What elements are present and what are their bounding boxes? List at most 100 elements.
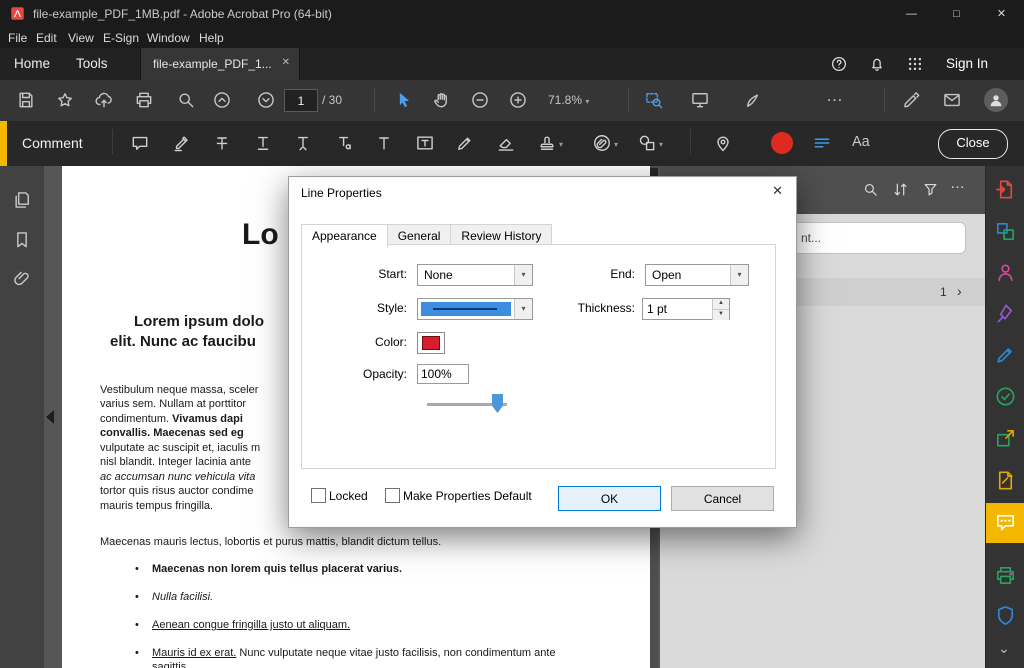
- menu-view[interactable]: View: [68, 31, 94, 45]
- insert-text-icon[interactable]: [293, 133, 313, 153]
- page-thumbnails-icon[interactable]: [12, 190, 32, 210]
- star-icon[interactable]: [55, 90, 75, 110]
- notifications-bell-icon[interactable]: [868, 55, 886, 73]
- replace-text-icon[interactable]: [334, 133, 354, 153]
- underline-text-icon[interactable]: [253, 133, 273, 153]
- thickness-input[interactable]: [643, 299, 713, 319]
- zoom-out-icon[interactable]: [470, 90, 490, 110]
- stamp-icon[interactable]: [537, 133, 557, 153]
- chevron-right-icon[interactable]: ›: [957, 283, 962, 299]
- tab-close-icon[interactable]: ✕: [282, 57, 290, 68]
- tab-home[interactable]: Home: [14, 56, 50, 71]
- user-avatar[interactable]: [984, 88, 1008, 112]
- tool-organize-pages-icon[interactable]: [994, 220, 1017, 243]
- thickness-spinner[interactable]: ▲ ▼: [642, 298, 730, 320]
- opacity-slider-thumb[interactable]: [492, 394, 503, 413]
- opacity-input[interactable]: [417, 364, 469, 384]
- pin-icon[interactable]: [713, 133, 733, 153]
- spin-up-icon[interactable]: ▲: [712, 299, 729, 309]
- pane-more-options[interactable]: …: [950, 175, 966, 192]
- collapse-panel-arrow-icon[interactable]: [46, 410, 54, 424]
- strikethrough-text-icon[interactable]: [212, 133, 232, 153]
- start-dropdown[interactable]: None ▾: [417, 264, 533, 286]
- menu-help[interactable]: Help: [199, 31, 224, 45]
- toolbar-divider: [628, 88, 629, 113]
- locked-checkbox[interactable]: [311, 488, 326, 503]
- chevron-down-icon[interactable]: ▾: [659, 140, 663, 149]
- tool-protect-icon[interactable]: [994, 604, 1017, 627]
- eraser-icon[interactable]: [496, 133, 516, 153]
- chevron-down-icon[interactable]: ▾: [514, 265, 532, 285]
- more-tools-chevron-icon[interactable]: ⌄: [998, 640, 1010, 657]
- zoom-level-dropdown[interactable]: 71.8% ▾: [548, 93, 589, 107]
- chevron-down-icon[interactable]: ▾: [614, 140, 618, 149]
- text-box-icon[interactable]: [415, 133, 435, 153]
- print-icon[interactable]: [134, 90, 154, 110]
- color-picker-button[interactable]: [417, 332, 445, 354]
- tab-document[interactable]: file-example_PDF_1... ✕: [140, 48, 300, 80]
- shapes-icon[interactable]: [637, 133, 657, 153]
- tool-create-pdf-icon[interactable]: [994, 427, 1017, 450]
- tool-certificates-icon[interactable]: [994, 385, 1017, 408]
- highlighter-icon[interactable]: [172, 133, 192, 153]
- line-style-icon[interactable]: [812, 133, 832, 153]
- add-text-icon[interactable]: [374, 133, 394, 153]
- tool-esign-icon[interactable]: [994, 302, 1017, 325]
- ok-button[interactable]: OK: [558, 486, 661, 511]
- sticky-note-icon[interactable]: [130, 133, 150, 153]
- close-window-button[interactable]: ✕: [979, 0, 1024, 28]
- tool-edit-pdf-icon[interactable]: [994, 469, 1017, 492]
- bookmarks-icon[interactable]: [12, 230, 32, 250]
- email-envelope-icon[interactable]: [942, 90, 962, 110]
- presentation-screen-icon[interactable]: [690, 90, 710, 110]
- tool-request-signatures-icon[interactable]: [994, 261, 1017, 284]
- attachments-icon[interactable]: [12, 269, 32, 289]
- search-comments-icon[interactable]: [862, 181, 879, 198]
- select-tool-icon[interactable]: [394, 90, 414, 110]
- help-icon[interactable]: [830, 55, 848, 73]
- search-icon[interactable]: [176, 90, 196, 110]
- pencil-draw-icon[interactable]: [455, 133, 475, 153]
- menu-file[interactable]: File: [8, 31, 27, 45]
- cancel-button[interactable]: Cancel: [671, 486, 774, 511]
- filter-funnel-icon[interactable]: [922, 181, 939, 198]
- close-comment-button[interactable]: Close: [938, 129, 1008, 159]
- chevron-down-icon[interactable]: ▾: [730, 265, 748, 285]
- make-default-checkbox[interactable]: [385, 488, 400, 503]
- dialog-close-icon[interactable]: ✕: [772, 183, 783, 199]
- chevron-down-icon[interactable]: ▾: [559, 140, 563, 149]
- tool-comment-selected[interactable]: [986, 503, 1024, 543]
- signature-pen-icon[interactable]: [902, 90, 922, 110]
- hand-tool-icon[interactable]: [432, 90, 452, 110]
- end-dropdown[interactable]: Open ▾: [645, 264, 749, 286]
- save-icon[interactable]: [16, 90, 36, 110]
- sign-in-button[interactable]: Sign In: [946, 56, 988, 71]
- tool-print-production-icon[interactable]: [994, 564, 1017, 587]
- menu-edit[interactable]: Edit: [36, 31, 57, 45]
- left-panel-rail: [0, 166, 45, 668]
- text-appearance-button[interactable]: Aa: [852, 134, 870, 150]
- page-number-input[interactable]: [284, 89, 318, 112]
- annotation-color-swatch[interactable]: [771, 132, 793, 154]
- previous-page-icon[interactable]: [212, 90, 232, 110]
- tool-fill-sign-icon[interactable]: [994, 343, 1017, 366]
- app-grid-icon[interactable]: [906, 55, 924, 73]
- tab-appearance[interactable]: Appearance: [301, 224, 388, 248]
- menu-window[interactable]: Window: [147, 31, 190, 45]
- next-page-icon[interactable]: [256, 90, 276, 110]
- menu-esign[interactable]: E-Sign: [103, 31, 139, 45]
- ink-pen-icon[interactable]: [744, 90, 764, 110]
- sort-comments-icon[interactable]: [892, 181, 909, 198]
- spin-down-icon[interactable]: ▼: [712, 309, 729, 320]
- style-dropdown[interactable]: ▾: [417, 298, 533, 320]
- attach-file-icon[interactable]: [592, 133, 612, 153]
- minimize-button[interactable]: —: [889, 0, 934, 28]
- share-upload-icon[interactable]: [94, 90, 114, 110]
- chevron-down-icon[interactable]: ▾: [514, 299, 532, 319]
- maximize-button[interactable]: □: [934, 0, 979, 28]
- tab-tools[interactable]: Tools: [76, 56, 108, 71]
- more-tools-ellipsis[interactable]: …: [826, 86, 844, 106]
- marquee-zoom-icon[interactable]: [644, 90, 664, 110]
- tool-export-pdf-icon[interactable]: [994, 178, 1017, 201]
- zoom-in-icon[interactable]: [508, 90, 528, 110]
